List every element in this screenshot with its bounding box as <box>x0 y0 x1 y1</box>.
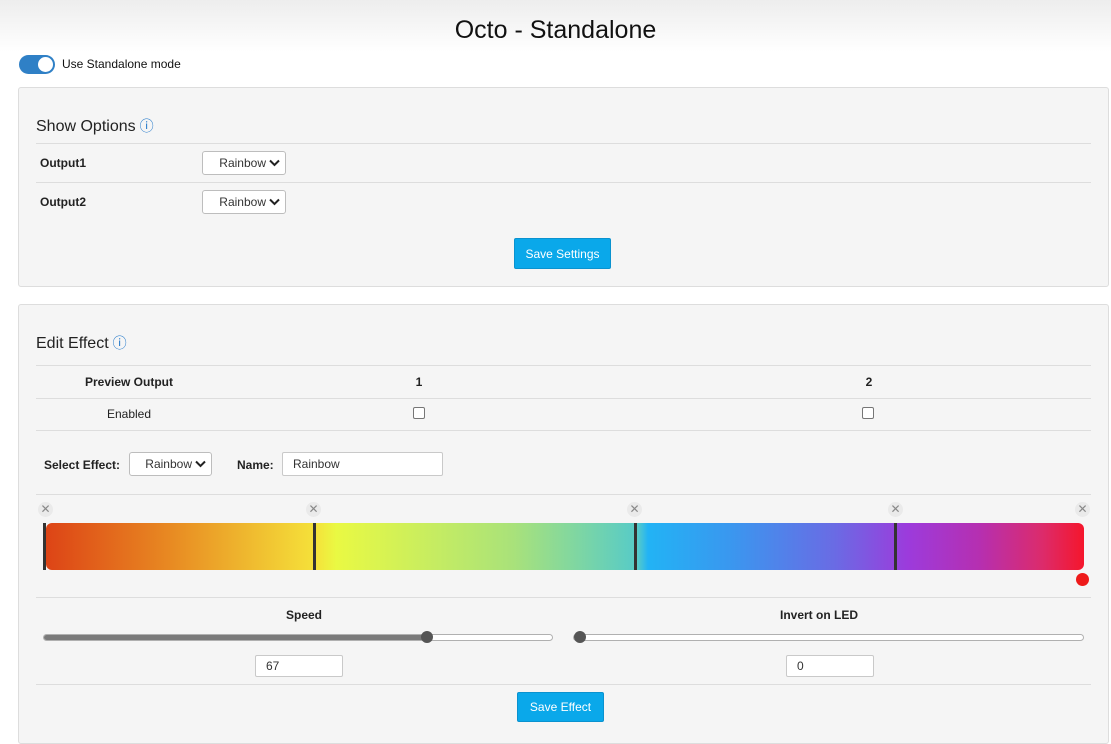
save-effect-button[interactable]: Save Effect <box>517 692 604 722</box>
standalone-toggle-label: Use Standalone mode <box>62 57 181 71</box>
preview-column-2: 2 <box>865 375 873 389</box>
remove-stop-icon[interactable]: ✕ <box>1075 502 1090 517</box>
save-settings-button[interactable]: Save Settings <box>514 238 611 269</box>
edit-effect-heading: Edit Effect ⓘ <box>36 333 127 353</box>
preview-output-label: Preview Output <box>84 375 173 389</box>
invert-slider-thumb[interactable] <box>574 631 586 643</box>
selected-color-stop[interactable] <box>1076 573 1089 586</box>
invert-input[interactable] <box>786 655 874 677</box>
select-effect-dropdown[interactable]: Rainbow <box>129 452 212 476</box>
standalone-toggle-row: Use Standalone mode <box>19 54 181 74</box>
invert-label: Invert on LED <box>779 608 858 622</box>
show-options-heading: Show Options ⓘ <box>36 116 154 136</box>
divider <box>36 365 1091 366</box>
speed-slider-thumb[interactable] <box>421 631 433 643</box>
divider <box>36 494 1091 495</box>
gradient-stop[interactable] <box>43 523 46 570</box>
remove-stop-icon[interactable]: ✕ <box>888 502 903 517</box>
select-effect-label: Select Effect: <box>44 458 121 472</box>
info-icon[interactable]: ⓘ <box>140 118 154 134</box>
info-icon[interactable]: ⓘ <box>113 335 127 351</box>
speed-slider[interactable] <box>43 631 553 643</box>
toggle-knob <box>38 56 53 72</box>
divider <box>36 597 1091 598</box>
remove-stop-icon[interactable]: ✕ <box>38 502 53 517</box>
output2-select-value: Rainbow <box>219 195 266 209</box>
divider <box>36 182 1091 183</box>
show-options-panel: Show Options ⓘ Output1 Rainbow Output2 Ra… <box>18 87 1109 287</box>
show-options-title: Show Options <box>36 118 136 135</box>
output1-select-value: Rainbow <box>219 156 266 170</box>
gradient-stop[interactable] <box>313 523 316 570</box>
speed-label: Speed <box>285 608 322 622</box>
enabled-label: Enabled <box>106 407 152 421</box>
select-effect-value: Rainbow <box>145 457 192 471</box>
gradient-bar[interactable] <box>46 523 1084 570</box>
gradient-stop[interactable] <box>634 523 637 570</box>
edit-effect-panel: Edit Effect ⓘ Preview Output 1 2 Enabled … <box>18 304 1109 744</box>
edit-effect-title: Edit Effect <box>36 335 109 352</box>
divider <box>36 430 1091 431</box>
divider <box>36 143 1091 144</box>
enabled-checkbox-2[interactable] <box>862 407 874 419</box>
name-input[interactable] <box>282 452 443 476</box>
speed-slider-fill <box>44 635 427 640</box>
invert-slider[interactable] <box>573 631 1084 643</box>
standalone-toggle[interactable] <box>19 54 55 74</box>
chevron-down-icon <box>269 198 280 206</box>
output1-label: Output1 <box>40 156 86 170</box>
enabled-checkbox-1[interactable] <box>413 407 425 419</box>
preview-column-1: 1 <box>415 375 423 389</box>
chevron-down-icon <box>195 460 206 468</box>
remove-stop-icon[interactable]: ✕ <box>306 502 321 517</box>
output2-label: Output2 <box>40 195 86 209</box>
remove-stop-icon[interactable]: ✕ <box>627 502 642 517</box>
name-label: Name: <box>237 458 274 472</box>
divider <box>36 398 1091 399</box>
speed-input[interactable] <box>255 655 343 677</box>
divider <box>36 684 1091 685</box>
output2-select[interactable]: Rainbow <box>202 190 286 214</box>
chevron-down-icon <box>269 159 280 167</box>
output1-select[interactable]: Rainbow <box>202 151 286 175</box>
gradient-stop[interactable] <box>894 523 897 570</box>
page-title: Octo - Standalone <box>454 16 657 44</box>
